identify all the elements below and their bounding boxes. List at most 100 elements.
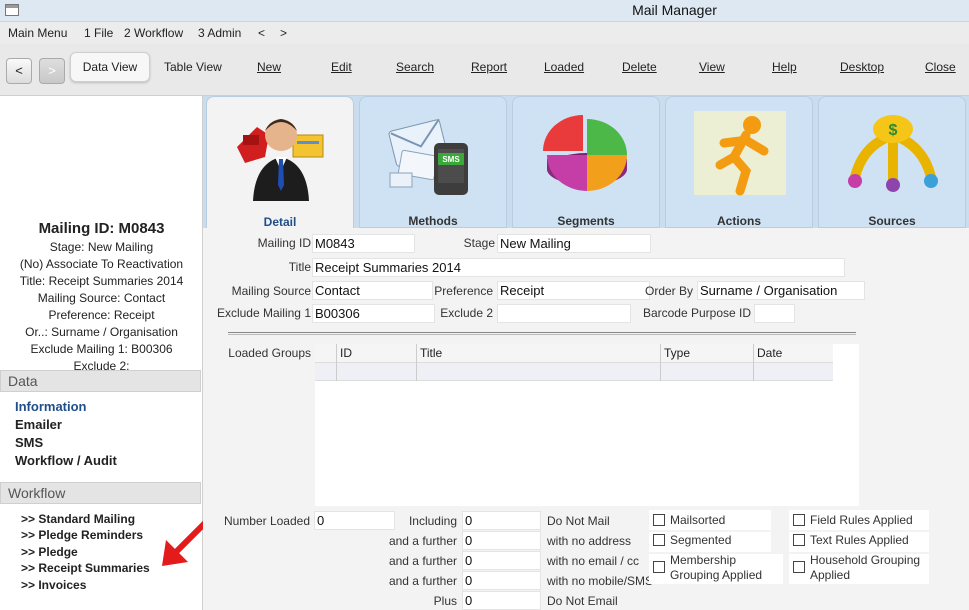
tab-detail[interactable]: Detail xyxy=(206,96,354,229)
membership-grouping-checkbox[interactable] xyxy=(653,561,665,573)
tab-sources[interactable]: $ Sources xyxy=(818,96,966,228)
tab-detail-label: Detail xyxy=(263,215,297,229)
no-address-label: with no address xyxy=(547,534,632,548)
order-by-label: Order By xyxy=(644,284,693,298)
no-address-field[interactable]: 0 xyxy=(462,531,541,550)
data-view-button[interactable]: Data View xyxy=(70,52,150,82)
workflow-receipt-summaries[interactable]: >> Receipt Summaries xyxy=(21,561,150,575)
forward-button[interactable]: > xyxy=(39,58,65,84)
delete-button[interactable]: Delete xyxy=(622,60,657,74)
do-not-email-field[interactable]: 0 xyxy=(462,591,541,610)
text-rules-checkbox[interactable] xyxy=(793,534,805,546)
workflow-pledge[interactable]: >> Pledge xyxy=(21,545,78,559)
sidebar-item-information[interactable]: Information xyxy=(15,399,87,414)
new-button[interactable]: New xyxy=(257,60,281,74)
table-view-button[interactable]: Table View xyxy=(164,60,222,74)
plus-label: Plus xyxy=(433,594,457,608)
barcode-purpose-field[interactable] xyxy=(754,304,795,323)
workflow-section-header: Workflow xyxy=(0,482,201,504)
close-button[interactable]: Close xyxy=(925,60,956,74)
mailing-id-field[interactable]: M0843 xyxy=(312,234,415,253)
loaded-groups-grid[interactable]: ID Title Type Date xyxy=(315,344,859,506)
do-not-mail-label: Do Not Mail xyxy=(547,514,610,528)
grid-column-title[interactable]: Title xyxy=(416,344,660,363)
title-bar: Mail Manager xyxy=(0,0,969,22)
mailing-summary: Mailing ID: M0843 Stage: New Mailing (No… xyxy=(0,220,203,370)
mailing-id-heading: Mailing ID: M0843 xyxy=(38,220,165,237)
running-figure-icon xyxy=(694,111,786,196)
summary-line: Mailing Source: Contact xyxy=(37,291,166,305)
grid-header: ID Title Type Date xyxy=(315,344,833,363)
svg-text:$: $ xyxy=(889,122,898,139)
main-panel: Detail SMS Methods Segments Actions $ So… xyxy=(203,96,969,610)
field-rules-checkbox[interactable] xyxy=(793,514,805,526)
window-title: Mail Manager xyxy=(632,2,717,18)
menu-admin[interactable]: 3 Admin xyxy=(198,26,241,40)
toolbar: < > Data View Table View New Edit Search… xyxy=(0,44,969,96)
report-button[interactable]: Report xyxy=(471,60,507,74)
menu-workflow[interactable]: 2 Workflow xyxy=(124,26,183,40)
table-row[interactable] xyxy=(315,363,833,381)
workflow-invoices[interactable]: >> Invoices xyxy=(21,578,86,592)
loaded-groups-label: Loaded Groups xyxy=(228,346,311,360)
summary-line: Stage: New Mailing xyxy=(49,240,154,254)
preference-field[interactable]: Receipt xyxy=(497,281,650,300)
tab-actions[interactable]: Actions xyxy=(665,96,813,228)
data-section-header: Data xyxy=(0,370,201,392)
menu-file[interactable]: 1 File xyxy=(84,26,113,40)
grid-column-type[interactable]: Type xyxy=(660,344,753,363)
back-button[interactable]: < xyxy=(6,58,32,84)
including-field[interactable]: 0 xyxy=(462,511,541,530)
mailing-source-field[interactable]: Contact xyxy=(312,281,433,300)
summary-line: (No) Associate To Reactivation xyxy=(19,257,184,271)
person-mail-icon xyxy=(237,119,324,201)
stage-field[interactable]: New Mailing xyxy=(497,234,651,253)
further-label: and a further xyxy=(388,574,457,588)
menu-back[interactable]: < xyxy=(258,26,265,40)
do-not-email-label: Do Not Email xyxy=(547,594,618,608)
mailsorted-label: Mailsorted xyxy=(670,513,726,527)
title-label: Title xyxy=(288,260,311,274)
further-label: and a further xyxy=(388,554,457,568)
summary-line: Exclude Mailing 1: B00306 xyxy=(30,342,173,356)
grid-column-id[interactable]: ID xyxy=(336,344,416,363)
exclude-2-field[interactable] xyxy=(497,304,631,323)
segmented-checkbox[interactable] xyxy=(653,534,665,546)
stage-label: Stage xyxy=(463,236,495,250)
tab-methods-label: Methods xyxy=(408,214,458,228)
order-by-field[interactable]: Surname / Organisation xyxy=(697,281,865,300)
segmented-label: Segmented xyxy=(670,533,732,547)
summary-line: Or..: Surname / Organisation xyxy=(25,325,178,339)
menu-bar: Main Menu 1 File 2 Workflow 3 Admin < > xyxy=(0,22,969,44)
workflow-pledge-reminders[interactable]: >> Pledge Reminders xyxy=(21,528,143,542)
sidebar-item-emailer[interactable]: Emailer xyxy=(15,417,62,432)
membership-grouping-label: Membership Grouping Applied xyxy=(670,553,763,582)
further-label: and a further xyxy=(388,534,457,548)
no-mobile-field[interactable]: 0 xyxy=(462,571,541,590)
household-grouping-checkbox[interactable] xyxy=(793,561,805,573)
including-label: Including xyxy=(408,514,457,528)
help-button[interactable]: Help xyxy=(772,60,797,74)
edit-button[interactable]: Edit xyxy=(331,60,352,74)
tab-segments-label: Segments xyxy=(557,214,615,228)
no-email-field[interactable]: 0 xyxy=(462,551,541,570)
sidebar-item-sms[interactable]: SMS xyxy=(15,435,43,450)
tab-methods[interactable]: SMS Methods xyxy=(359,96,507,228)
title-field[interactable]: Receipt Summaries 2014 xyxy=(312,258,845,277)
mailsorted-checkbox[interactable] xyxy=(653,514,665,526)
desktop-button[interactable]: Desktop xyxy=(840,60,884,74)
tab-strip: Detail SMS Methods Segments Actions $ So… xyxy=(203,96,969,229)
money-bag-icon: $ xyxy=(848,115,938,192)
loaded-button[interactable]: Loaded xyxy=(544,60,584,74)
text-rules-label: Text Rules Applied xyxy=(810,533,909,547)
workflow-standard-mailing[interactable]: >> Standard Mailing xyxy=(21,512,135,526)
menu-forward[interactable]: > xyxy=(280,26,287,40)
search-button[interactable]: Search xyxy=(396,60,434,74)
summary-line: Exclude 2: xyxy=(73,359,130,370)
tab-segments[interactable]: Segments xyxy=(512,96,660,228)
sidebar-item-workflow-audit[interactable]: Workflow / Audit xyxy=(15,453,117,468)
view-button[interactable]: View xyxy=(699,60,725,74)
grid-column-date[interactable]: Date xyxy=(753,344,833,363)
menu-main[interactable]: Main Menu xyxy=(8,26,67,40)
exclude-mailing-1-field[interactable]: B00306 xyxy=(312,304,435,323)
